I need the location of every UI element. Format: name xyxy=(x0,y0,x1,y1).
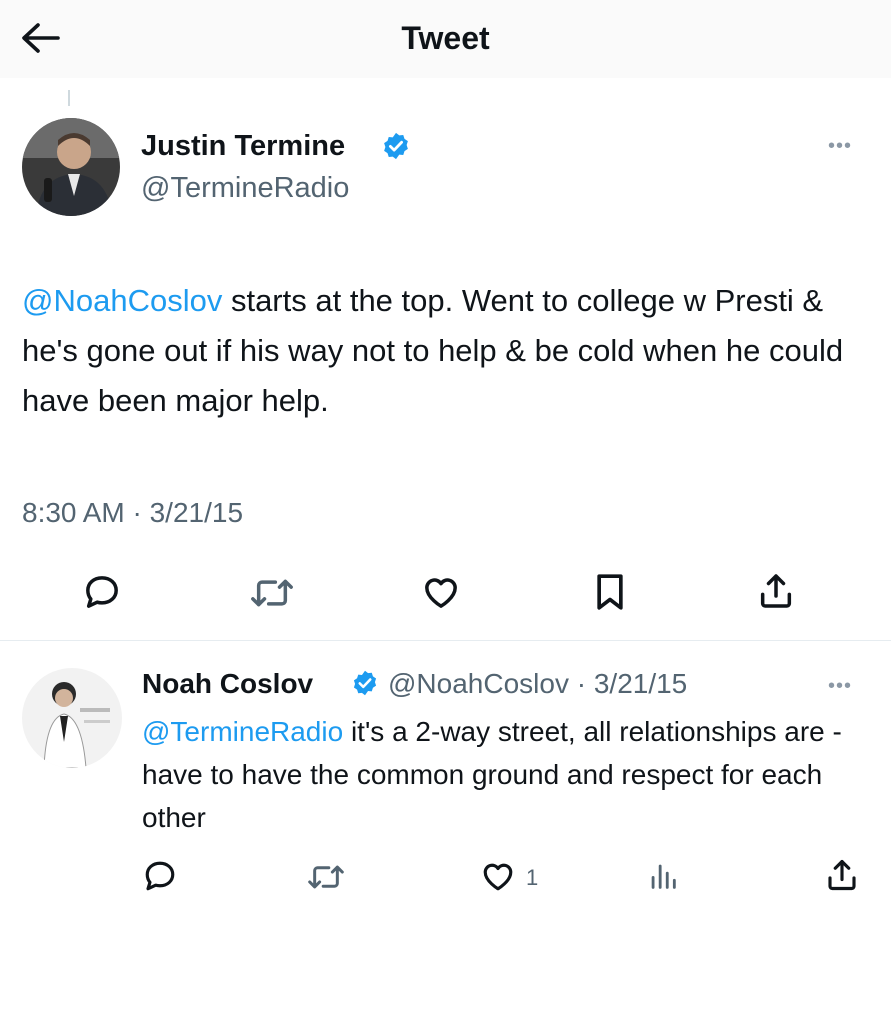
reply-icon xyxy=(145,861,175,891)
reply-like-button[interactable] xyxy=(478,858,518,894)
retweet-icon xyxy=(308,865,344,889)
tweet-text: @NoahCoslov starts at the top. Went to c… xyxy=(22,276,872,426)
verified-icon xyxy=(353,670,377,696)
share-icon xyxy=(760,574,792,608)
views-button[interactable] xyxy=(646,859,680,893)
like-icon xyxy=(483,863,513,891)
verified-badge xyxy=(351,669,379,702)
share-button[interactable] xyxy=(756,570,796,612)
reply-reply-button[interactable] xyxy=(142,858,178,894)
retweet-button[interactable] xyxy=(248,573,296,613)
reply-share-button[interactable] xyxy=(824,856,860,894)
avatar-image xyxy=(22,118,120,216)
like-icon xyxy=(425,578,457,608)
reply-text: @TermineRadio it's a 2-way street, all r… xyxy=(142,710,862,839)
bookmark-icon xyxy=(597,574,623,610)
reply-icon xyxy=(86,576,118,608)
divider xyxy=(0,640,891,641)
reply-author-avatar[interactable] xyxy=(22,668,122,768)
tweet-timestamp[interactable]: 8:30 AM · 3/21/15 xyxy=(22,495,243,531)
reply-more-options-button[interactable]: ••• xyxy=(828,676,852,696)
mention-link[interactable]: @NoahCoslov xyxy=(22,283,222,318)
more-options-button[interactable]: ••• xyxy=(828,136,852,156)
bookmark-button[interactable] xyxy=(592,572,628,612)
more-icon: ••• xyxy=(828,135,853,157)
author-name[interactable]: Justin Termine xyxy=(141,127,345,165)
mention-link[interactable]: @TermineRadio xyxy=(142,716,343,747)
like-count: 1 xyxy=(526,865,539,890)
reply-author-handle[interactable]: @NoahCoslov · 3/21/15 xyxy=(388,666,687,702)
retweet-icon xyxy=(251,579,293,607)
share-icon xyxy=(828,859,856,891)
page-title: Tweet xyxy=(401,20,490,56)
reply-date[interactable]: · 3/21/15 xyxy=(577,668,688,699)
reply-author-name[interactable]: Noah Coslov xyxy=(142,666,313,702)
author-avatar[interactable] xyxy=(22,118,120,216)
like-button[interactable] xyxy=(420,572,462,612)
avatar-image xyxy=(22,668,122,768)
thread-line xyxy=(68,90,70,106)
reply-retweet-button[interactable] xyxy=(305,860,347,894)
author-handle[interactable]: @TermineRadio xyxy=(141,169,349,207)
reply-handle[interactable]: @NoahCoslov xyxy=(388,668,569,699)
verified-badge xyxy=(381,131,411,166)
reply-button[interactable] xyxy=(82,572,122,612)
top-bar: Tweet xyxy=(0,0,891,78)
views-icon xyxy=(651,864,676,889)
verified-icon xyxy=(384,132,408,160)
more-icon: ••• xyxy=(828,675,853,697)
